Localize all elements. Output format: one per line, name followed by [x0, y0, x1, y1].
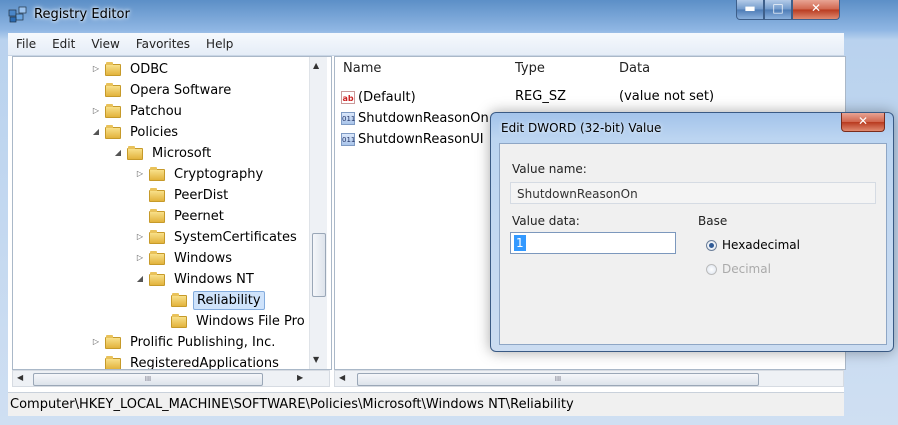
- folder-icon: [105, 83, 121, 97]
- tree-horizontal-scrollbar[interactable]: ◀ III ▶: [12, 370, 330, 387]
- folder-icon: [105, 125, 121, 139]
- menu-favorites[interactable]: Favorites: [128, 37, 198, 51]
- scroll-up-icon[interactable]: ▲: [313, 61, 319, 70]
- close-button[interactable]: ✕: [792, 0, 840, 20]
- expand-arrow-icon[interactable]: ▷: [135, 169, 145, 179]
- expand-arrow-icon[interactable]: ▷: [135, 253, 145, 263]
- tree-item[interactable]: ▷ SystemCertificates: [135, 227, 300, 247]
- collapse-arrow-icon[interactable]: ◢: [135, 274, 145, 284]
- dialog-body: Value name: ShutdownReasonOn Value data:…: [499, 143, 887, 345]
- folder-icon: [149, 188, 165, 202]
- menu-help[interactable]: Help: [198, 37, 241, 51]
- edit-dword-dialog: Edit DWORD (32-bit) Value ✕ Value name: …: [490, 112, 894, 352]
- tree-item[interactable]: ◢ Windows NT: [135, 269, 257, 289]
- base-option-hexadecimal[interactable]: Hexadecimal: [706, 238, 800, 252]
- expand-arrow-icon[interactable]: ▷: [91, 106, 101, 116]
- tree-item[interactable]: Opera Software: [91, 80, 234, 100]
- value-name: (Default): [358, 89, 416, 105]
- tree-item[interactable]: ▷ Windows: [135, 248, 235, 268]
- expand-arrow-icon: [135, 211, 145, 221]
- menu-view[interactable]: View: [83, 37, 127, 51]
- expand-arrow-icon[interactable]: ▷: [91, 337, 101, 347]
- value-name-label: Value name:: [512, 162, 587, 176]
- expand-arrow-icon: [157, 295, 167, 305]
- base-label: Base: [698, 214, 728, 228]
- value-type: REG_SZ: [515, 89, 566, 104]
- folder-icon: [105, 62, 121, 76]
- tree-item[interactable]: Peernet: [135, 206, 227, 226]
- menu-bar: File Edit View Favorites Help: [8, 33, 844, 56]
- list-horizontal-scrollbar[interactable]: ◀ III: [334, 370, 844, 387]
- column-header-type[interactable]: Type: [515, 61, 545, 76]
- folder-icon: [127, 146, 143, 160]
- folder-icon: [149, 230, 165, 244]
- maximize-button[interactable]: □: [764, 0, 792, 20]
- base-option-decimal[interactable]: Decimal: [706, 262, 771, 276]
- window-controls: ▬ □ ✕: [736, 0, 840, 20]
- folder-icon: [149, 251, 165, 265]
- value-name: ShutdownReasonUI: [358, 131, 484, 147]
- tree-item[interactable]: RegisteredApplications: [91, 353, 282, 369]
- collapse-arrow-icon[interactable]: ◢: [113, 148, 123, 158]
- list-item[interactable]: ab (Default) REG_SZ (value not set): [341, 87, 831, 107]
- scroll-thumb[interactable]: [312, 233, 326, 297]
- expand-arrow-icon[interactable]: ▷: [91, 64, 101, 74]
- expand-arrow-icon: [157, 316, 167, 326]
- list-item[interactable]: 011 ShutdownReasonOn: [341, 108, 489, 128]
- tree-item[interactable]: ◢ Policies: [91, 122, 181, 142]
- folder-icon: [105, 356, 121, 369]
- column-header-data[interactable]: Data: [619, 61, 650, 76]
- folder-icon: [149, 209, 165, 223]
- dialog-close-button[interactable]: ✕: [841, 113, 885, 132]
- registry-editor-icon: [8, 6, 27, 23]
- value-name: ShutdownReasonOn: [358, 110, 489, 126]
- expand-arrow-icon[interactable]: ▷: [135, 232, 145, 242]
- tree-item[interactable]: ▷ Cryptography: [135, 164, 266, 184]
- menu-edit[interactable]: Edit: [44, 37, 83, 51]
- value-name-field: ShutdownReasonOn: [510, 182, 876, 204]
- dword-value-icon: 011: [341, 111, 355, 125]
- expand-arrow-icon: [135, 190, 145, 200]
- radio-unchecked-icon[interactable]: [706, 263, 717, 275]
- folder-icon: [105, 335, 121, 349]
- collapse-arrow-icon[interactable]: ◢: [91, 127, 101, 137]
- folder-icon: [171, 314, 187, 328]
- expand-arrow-icon: [91, 85, 101, 95]
- value-data-label: Value data:: [512, 214, 580, 228]
- title-bar: Registry Editor ▬ □ ✕: [0, 0, 898, 32]
- value-data: (value not set): [619, 89, 715, 104]
- column-header-name[interactable]: Name: [343, 61, 381, 76]
- tree-item[interactable]: ▷ Patchou: [91, 101, 185, 121]
- string-value-icon: ab: [341, 90, 355, 104]
- folder-icon: [149, 272, 165, 286]
- scroll-thumb[interactable]: III: [33, 373, 263, 386]
- tree-item[interactable]: Windows File Pro: [157, 311, 308, 331]
- dword-value-icon: 011: [341, 132, 355, 146]
- scroll-left-icon[interactable]: ◀: [17, 373, 23, 382]
- status-bar: Computer\HKEY_LOCAL_MACHINE\SOFTWARE\Pol…: [8, 392, 844, 416]
- folder-icon: [149, 167, 165, 181]
- value-data-input[interactable]: [510, 232, 676, 254]
- menu-file[interactable]: File: [8, 37, 44, 51]
- tree-item[interactable]: ▷ ODBC: [91, 59, 171, 79]
- value-data-selection: 1: [514, 235, 526, 251]
- folder-icon: [171, 293, 187, 307]
- radio-checked-icon[interactable]: [706, 239, 717, 251]
- tree-item-selected[interactable]: Reliability: [157, 290, 265, 310]
- minimize-button[interactable]: ▬: [736, 0, 764, 20]
- scroll-left-icon[interactable]: ◀: [339, 373, 345, 382]
- tree-vertical-scrollbar[interactable]: ▲ ▼: [309, 57, 327, 369]
- scroll-thumb[interactable]: III: [357, 373, 759, 386]
- dialog-title: Edit DWORD (32-bit) Value: [501, 121, 662, 135]
- tree-item[interactable]: ▷ Prolific Publishing, Inc.: [91, 332, 278, 352]
- tree-item[interactable]: PeerDist: [135, 185, 231, 205]
- scroll-down-icon[interactable]: ▼: [313, 355, 319, 364]
- expand-arrow-icon: [91, 358, 101, 368]
- scroll-right-icon[interactable]: ▶: [297, 373, 303, 382]
- registry-tree: ▷ ODBC Opera Software ▷ Patchou ◢ Policies …: [12, 56, 332, 370]
- window-title: Registry Editor: [34, 7, 130, 22]
- folder-icon: [105, 104, 121, 118]
- tree-item[interactable]: ◢ Microsoft: [113, 143, 214, 163]
- list-item[interactable]: 011 ShutdownReasonUI: [341, 129, 484, 149]
